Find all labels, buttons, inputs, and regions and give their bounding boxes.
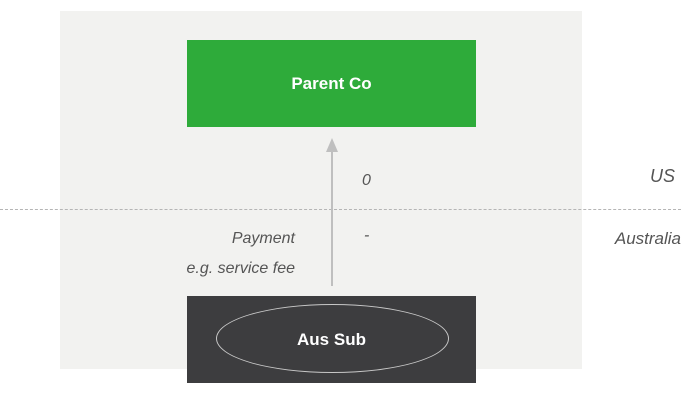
australia-jurisdiction-label: Australia: [614, 229, 681, 248]
aus-sub-label: Aus Sub: [297, 329, 366, 349]
payment-label-line1: Payment: [231, 230, 295, 247]
payment-arrowhead: [326, 138, 338, 152]
us-value: 0: [362, 172, 371, 189]
payment-label: Payment e.g. service fee: [187, 224, 296, 284]
australia-value: -: [364, 227, 370, 244]
us-jurisdiction-label: US: [649, 166, 675, 186]
payment-label-line2: e.g. service fee: [186, 260, 296, 277]
